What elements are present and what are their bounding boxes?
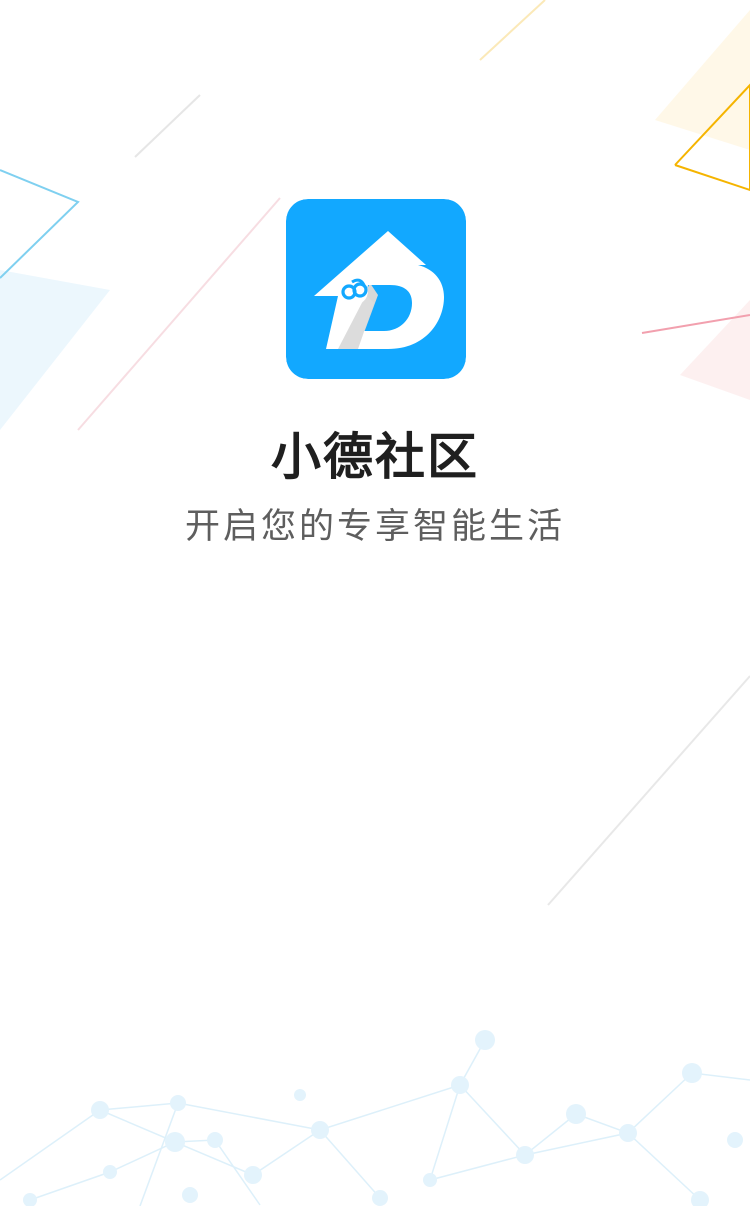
- xiaode-community-logo-icon: [286, 199, 466, 379]
- app-slogan: 开启您的专享智能生活: [184, 507, 565, 547]
- app-name: 小德社区: [271, 428, 479, 486]
- background-decoration: [0, 0, 750, 1206]
- splash-screen: 小德社区 开启您的专享智能生活: [0, 0, 750, 1206]
